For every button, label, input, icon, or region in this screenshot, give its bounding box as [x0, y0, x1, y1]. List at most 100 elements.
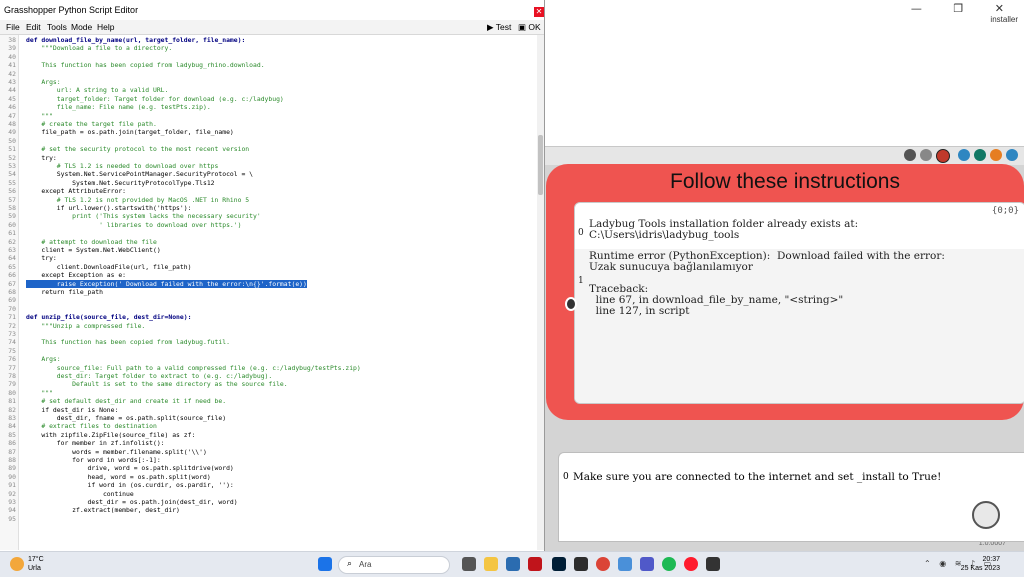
netflix-icon[interactable]	[528, 557, 542, 571]
line-number: 83	[8, 414, 16, 422]
line-number: 78	[8, 372, 16, 380]
line-number: 94	[8, 506, 16, 515]
navigation-compass-icon[interactable]	[972, 501, 1000, 529]
line-number: 65	[8, 262, 16, 271]
line-number: 48	[8, 120, 16, 128]
menu-mode[interactable]: Mode	[71, 22, 92, 32]
search-placeholder: Ara	[359, 560, 372, 569]
grasshopper-icon[interactable]	[706, 557, 720, 571]
line-number: 91	[8, 481, 16, 490]
code-line: # TLS 1.2 is needed to download over htt…	[26, 162, 219, 170]
line-number: 69	[8, 296, 16, 305]
code-line: # set the security protocol to the most …	[26, 145, 250, 154]
panel-path: {0;0}	[991, 206, 1019, 216]
message-index: 0	[563, 472, 569, 482]
location: Urla	[28, 565, 41, 572]
python-script-editor: Grasshopper Python Script Editor ✕ File …	[0, 0, 545, 551]
code-line: System.Net.SecurityProtocolType.Tls12	[26, 178, 215, 187]
code-line: url: A string to a valid URL.	[26, 86, 169, 95]
test-button[interactable]: ▶ Test	[487, 22, 511, 33]
row-index: 0	[578, 228, 584, 238]
menu-file[interactable]: File	[6, 22, 20, 32]
preview-mode-icon[interactable]	[904, 149, 916, 161]
code-area[interactable]: 38 39 40 41 42 43 44 45 46 47 48 49 50 51 52 53 54 55 56 57…	[0, 35, 537, 550]
instructions-component[interactable]: Follow these instructions {0;0} 0 Ladybu…	[546, 164, 1024, 420]
code-line: try:	[26, 254, 57, 263]
panel-row: 1 Runtime error (PythonException): Downl…	[575, 249, 1024, 403]
editor-titlebar[interactable]: Grasshopper Python Script Editor ✕	[0, 0, 544, 20]
temperature: 17°C	[28, 556, 44, 563]
code-line: # set default dest_dir and create it if …	[26, 397, 227, 406]
taskbar: 17°C Urla ⌕ Ara ⌃ ◉ ≋ ♪ ▭ 20:37 25 Kas 2…	[0, 551, 1024, 577]
globe-icon[interactable]	[1006, 149, 1018, 161]
line-number: 95	[8, 514, 16, 523]
code-line: file_name: File name (e.g. testPts.zip).	[26, 103, 211, 112]
line-number: 47	[8, 111, 16, 120]
code-line: try:	[26, 153, 57, 162]
menu-edit[interactable]: Edit	[26, 22, 41, 32]
line-number: 67	[8, 279, 16, 288]
code-line: except Exception as e:	[26, 271, 127, 280]
mail-icon[interactable]	[506, 557, 520, 571]
line-number: 60	[8, 220, 16, 229]
weather-icon[interactable]	[10, 557, 24, 571]
task-view-icon[interactable]	[462, 557, 476, 571]
code-line: This function has been copied from ladyb…	[26, 61, 265, 70]
test-label: Test	[495, 22, 512, 32]
line-number: 66	[8, 271, 16, 280]
code-line: if url.lower().startswith('https'):	[26, 204, 192, 212]
sketch-icon[interactable]	[974, 149, 986, 161]
color-wheel-icon[interactable]	[990, 149, 1002, 161]
line-number: 50	[8, 136, 16, 145]
line-number: 62	[8, 237, 16, 246]
code-line: # extract files to destination	[26, 422, 157, 431]
opera-icon[interactable]	[684, 557, 698, 571]
line-number: 87	[8, 447, 16, 456]
line-number: 41	[8, 61, 16, 70]
teams-icon[interactable]	[640, 557, 654, 571]
photoshop-icon[interactable]	[552, 557, 566, 571]
file-explorer-icon[interactable]	[484, 557, 498, 571]
line-number: 70	[8, 304, 16, 313]
ok-button[interactable]: ▣ OK	[518, 22, 541, 33]
line-number: 46	[8, 103, 16, 112]
wire-display-icon[interactable]	[920, 149, 932, 161]
search-box[interactable]: ⌕ Ara	[338, 556, 450, 574]
clock[interactable]: 20:37 25 Kas 2023	[961, 555, 1000, 573]
code-line: for word in words[:-1]:	[26, 456, 161, 464]
weather-widget[interactable]: 17°C Urla	[28, 555, 44, 573]
chrome-icon[interactable]	[596, 557, 610, 571]
terminal-icon[interactable]	[574, 557, 588, 571]
start-icon[interactable]	[318, 557, 332, 571]
grasshopper-header-area: — ❐ ✕ installer	[544, 0, 1024, 146]
line-number-gutter: 38 39 40 41 42 43 44 45 46 47 48 49 50 51 52 53 54 55 56 57…	[0, 35, 19, 550]
close-icon[interactable]: ✕	[534, 7, 544, 17]
window-controls[interactable]: — ❐ ✕	[911, 2, 1018, 15]
line-number: 86	[8, 439, 16, 448]
line-number: 79	[8, 380, 16, 389]
menu-help[interactable]: Help	[97, 22, 114, 32]
row-text: Ladybug Tools installation folder alread…	[589, 218, 859, 241]
scroll-thumb[interactable]	[538, 135, 543, 195]
code-line: if dest_dir is None:	[26, 405, 119, 414]
code-line: dest_dir: Target folder to extract to (e…	[26, 372, 273, 380]
photos-icon[interactable]	[618, 557, 632, 571]
code-line: # attempt to download the file	[26, 237, 157, 246]
render-mode-icon[interactable]	[936, 149, 950, 163]
spotify-icon[interactable]	[662, 557, 676, 571]
line-number: 88	[8, 456, 16, 464]
line-number: 52	[8, 153, 16, 162]
editor-scrollbar[interactable]	[537, 35, 544, 550]
line-number: 74	[8, 338, 16, 347]
line-number: 90	[8, 472, 16, 481]
code-line: ' libraries to download over https.')	[26, 220, 242, 229]
code-line: """	[26, 388, 53, 397]
line-number: 71	[8, 313, 16, 322]
menu-tools[interactable]: Tools	[47, 22, 67, 32]
message-panel[interactable]: 0 Make sure you are connected to the int…	[558, 452, 1024, 542]
line-number: 75	[8, 346, 16, 355]
output-panel[interactable]: {0;0} 0 Ladybug Tools installation folde…	[574, 202, 1024, 404]
selection-filter-icon[interactable]	[958, 149, 970, 161]
component-input-grip[interactable]	[565, 297, 577, 311]
canvas-toolbar	[544, 146, 1024, 166]
